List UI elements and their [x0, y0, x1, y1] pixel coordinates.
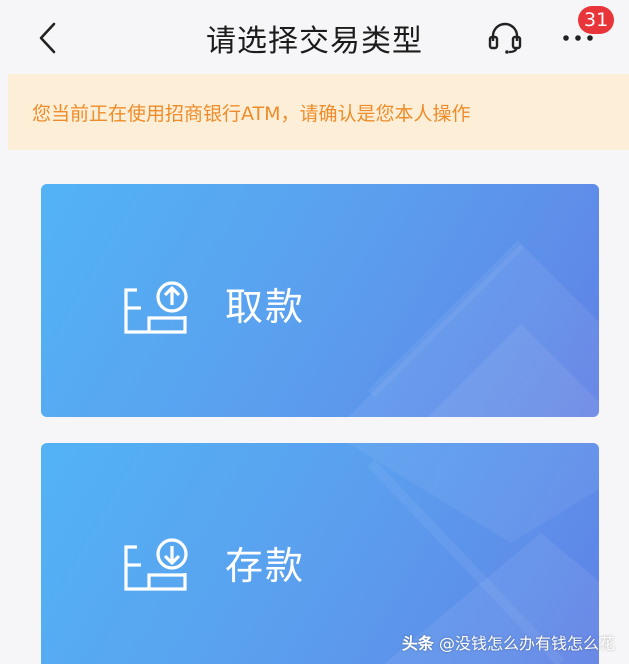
watermark-account: @没钱怎么办有钱怎么花	[438, 634, 615, 653]
withdraw-option[interactable]: 取款	[41, 184, 599, 417]
transaction-type-page: 请选择交易类型 31 您当前正在使用招商银行ATM，请确认是您本人操作 取款 存…	[0, 0, 629, 664]
withdraw-label: 取款	[225, 285, 306, 329]
deposit-label: 存款	[225, 544, 306, 588]
header-bar: 请选择交易类型 31	[0, 0, 629, 74]
page-title: 请选择交易类型	[206, 24, 423, 59]
headset-icon	[488, 22, 522, 54]
withdraw-icon	[124, 281, 188, 334]
watermark: 头条 @没钱怎么办有钱怎么花	[402, 630, 615, 654]
watermark-platform: 头条	[401, 634, 434, 653]
notification-badge: 31	[578, 6, 615, 34]
more-horizontal-icon	[563, 35, 593, 41]
customer-service-button[interactable]	[484, 18, 526, 58]
deposit-icon	[124, 538, 188, 591]
security-notice: 您当前正在使用招商银行ATM，请确认是您本人操作	[8, 74, 629, 150]
notice-text: 您当前正在使用招商银行ATM，请确认是您本人操作	[32, 102, 471, 125]
